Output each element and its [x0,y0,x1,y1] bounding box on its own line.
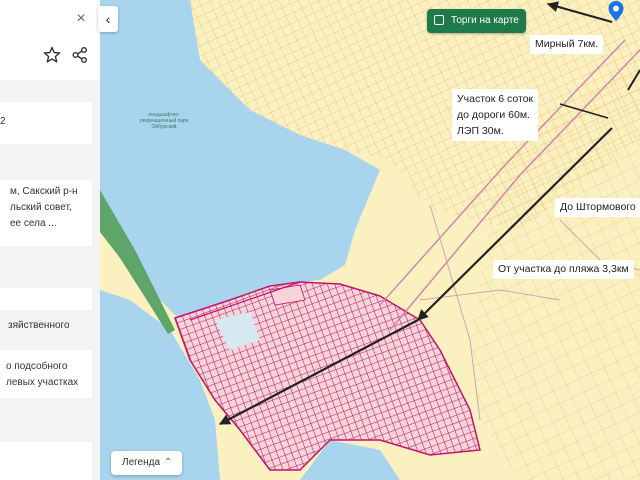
map-canvas[interactable]: ландшафтно-рекреационный парк Ойбурский … [100,0,640,480]
info-card: 2 [0,102,92,144]
annotation-plot-line: до дороги 60м. [457,109,530,121]
torgi-label: Торги на карте [451,15,519,26]
panel-header: × [0,0,100,80]
address-line: ее села ... [10,218,57,229]
chevron-up-icon: ⌃ [164,457,173,468]
card-value: 2 [0,116,6,127]
annotation-plot: Участок 6 соток до дороги 60м. ЛЭП 30м. [452,89,539,141]
annotation-mirny: Мирный 7км. [530,35,604,54]
usage-card: о подсобного левых участках [0,350,92,398]
star-icon [43,46,61,63]
info-panel: × 2 м, Сакский р-н льский совет, ее села… [0,0,100,480]
share-icon [72,47,87,63]
share-button[interactable] [69,44,91,66]
favorite-button[interactable] [41,44,63,66]
category-card [0,288,92,310]
close-button[interactable]: × [72,10,90,28]
annotation-plot-line: Участок 6 соток [457,93,534,105]
annotation-shtormovoe: До Штормового [555,198,640,217]
annotation-plot-line: ЛЭП 30м. [457,125,504,137]
address-card: м, Сакский р-н льский совет, ее села ... [0,180,92,246]
land-category: зяйственного [8,320,70,331]
map-svg[interactable] [100,0,640,480]
location-pin-icon[interactable] [607,0,625,22]
address-line: льский совет, [10,202,72,213]
annotation-beach: От участка до пляжа 3,3км [493,260,634,279]
usage-line: левых участках [6,377,79,388]
legend-button[interactable]: Легенда ⌃ [111,451,182,475]
torgi-toggle-button[interactable]: Торги на карте [427,9,526,33]
usage-line: о подсобного [6,361,68,372]
address-line: м, Сакский р-н [10,186,78,197]
collapse-panel-button[interactable]: ‹ [98,6,118,32]
legend-label: Легенда [122,457,161,468]
checkbox-icon[interactable] [434,15,444,25]
bottom-card [0,442,92,480]
park-label: ландшафтно-рекреационный парк Ойбурский [139,112,189,130]
category-text-card: зяйственного [0,310,92,344]
